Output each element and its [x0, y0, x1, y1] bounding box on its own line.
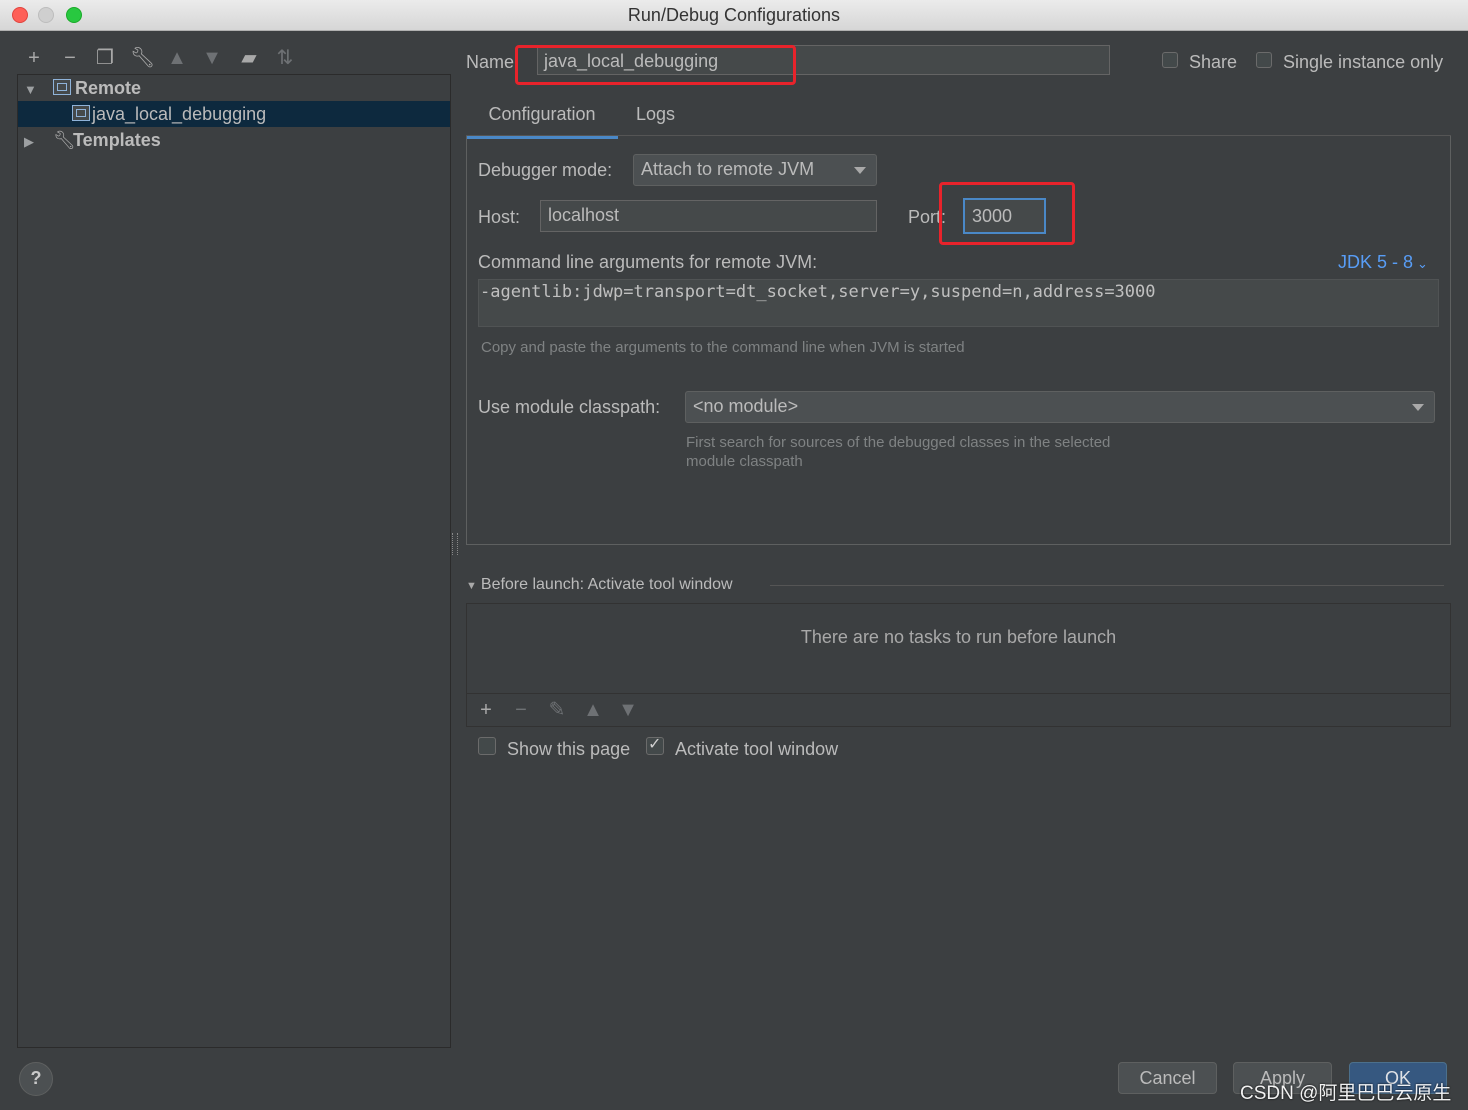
remote-icon [53, 79, 72, 95]
before-launch-task-list[interactable] [466, 603, 1451, 727]
section-divider [770, 585, 1444, 586]
tree-item-config-label: java_local_debugging [92, 104, 267, 124]
move-up-icon[interactable]: ▲ [165, 46, 189, 70]
name-label: Name: [466, 52, 520, 72]
debugger-mode-label: Debugger mode: [478, 160, 613, 180]
sort-icon[interactable]: ⇅ [273, 46, 297, 70]
chevron-down-icon: ⌄ [1417, 256, 1428, 271]
single-instance-label: Single instance only [1283, 52, 1444, 72]
configuration-tree: ▼ Remote java_local_debugging ▶ 🔧︎Templa… [17, 74, 451, 1048]
module-hint-line1: First search for sources of the debugged… [686, 434, 1111, 451]
share-label: Share [1189, 52, 1238, 72]
move-task-down-icon[interactable]: ▼ [616, 698, 640, 722]
tree-item-remote-label: Remote [75, 78, 142, 98]
new-folder-icon[interactable]: ▰ [237, 46, 261, 70]
jdk-version-link[interactable]: JDK 5 - 8 ⌄ [1338, 252, 1428, 273]
highlight-box-port [939, 182, 1075, 245]
debugger-mode-value: Attach to remote JVM [641, 159, 815, 179]
add-task-icon[interactable]: + [474, 698, 498, 722]
host-input[interactable]: localhost [540, 200, 877, 232]
tasks-toolbar-divider [466, 693, 1451, 694]
cmdline-label: Command line arguments for remote JVM: [478, 252, 818, 272]
before-launch-header[interactable]: ▼ Before launch: Activate tool window [466, 576, 733, 594]
add-icon[interactable]: + [22, 46, 46, 70]
module-hint-line2: module classpath [686, 453, 803, 470]
cmdline-textarea[interactable]: -agentlib:jdwp=transport=dt_socket,serve… [478, 279, 1439, 327]
single-instance-checkbox[interactable] [1256, 52, 1272, 68]
chevron-down-icon [1412, 404, 1424, 411]
share-checkbox-row[interactable]: Share [1162, 52, 1237, 73]
wrench-icon[interactable]: 🔧︎ [130, 46, 155, 70]
show-page-checkbox[interactable] [478, 737, 496, 755]
collapsed-arrow-icon[interactable]: ▶ [24, 129, 38, 155]
show-page-label: Show this page [507, 739, 631, 759]
before-launch-title: Before launch: Activate tool window [480, 576, 733, 593]
tree-item-templates[interactable]: ▶ 🔧︎Templates [18, 127, 450, 153]
tree-item-java-local-debugging[interactable]: java_local_debugging [18, 101, 450, 127]
tree-item-templates-label: Templates [73, 130, 161, 150]
tab-logs[interactable]: Logs [636, 104, 675, 136]
cmdline-hint: Copy and paste the arguments to the comm… [481, 339, 965, 356]
module-classpath-value: <no module> [693, 396, 799, 416]
expanded-arrow-icon[interactable]: ▼ [466, 580, 477, 592]
single-instance-checkbox-row[interactable]: Single instance only [1256, 52, 1443, 73]
activate-tool-window-checkbox[interactable] [646, 734, 664, 755]
watermark: CSDN @阿里巴巴云原生 [1240, 1083, 1452, 1104]
wrench-icon: 🔧︎ [53, 130, 76, 150]
activate-tool-window-checkbox-row[interactable]: Activate tool window [646, 734, 839, 760]
remote-config-icon [72, 105, 90, 121]
host-label: Host: [478, 207, 521, 227]
splitter-handle[interactable] [452, 533, 458, 555]
module-classpath-select[interactable]: <no module> [685, 391, 1435, 423]
jdk-version-text: JDK 5 - 8 [1338, 252, 1414, 272]
expanded-arrow-icon[interactable]: ▼ [24, 77, 38, 103]
empty-tasks-text: There are no tasks to run before launch [800, 627, 1117, 647]
debugger-mode-select[interactable]: Attach to remote JVM [633, 154, 877, 186]
tree-item-remote[interactable]: ▼ Remote [18, 75, 450, 101]
tab-configuration[interactable]: Configuration [466, 104, 618, 139]
remove-icon[interactable]: − [58, 46, 82, 70]
move-down-icon[interactable]: ▼ [200, 46, 224, 70]
window-title: Run/Debug Configurations [627, 5, 841, 25]
chevron-down-icon [854, 167, 866, 174]
share-checkbox[interactable] [1162, 52, 1178, 68]
activate-tool-window-label: Activate tool window [675, 739, 839, 759]
cancel-button[interactable]: Cancel [1118, 1062, 1217, 1094]
help-button[interactable]: ? [19, 1062, 53, 1096]
copy-icon[interactable]: ❐ [93, 46, 117, 70]
edit-task-icon[interactable]: ✎ [545, 698, 569, 722]
move-task-up-icon[interactable]: ▲ [581, 698, 605, 722]
cmdline-text[interactable]: -agentlib:jdwp=transport=dt_socket,serve… [479, 280, 1438, 304]
remove-task-icon[interactable]: − [509, 698, 533, 722]
highlight-box-name [515, 45, 796, 85]
show-page-checkbox-row[interactable]: Show this page [478, 737, 630, 760]
module-classpath-label: Use module classpath: [478, 397, 661, 417]
